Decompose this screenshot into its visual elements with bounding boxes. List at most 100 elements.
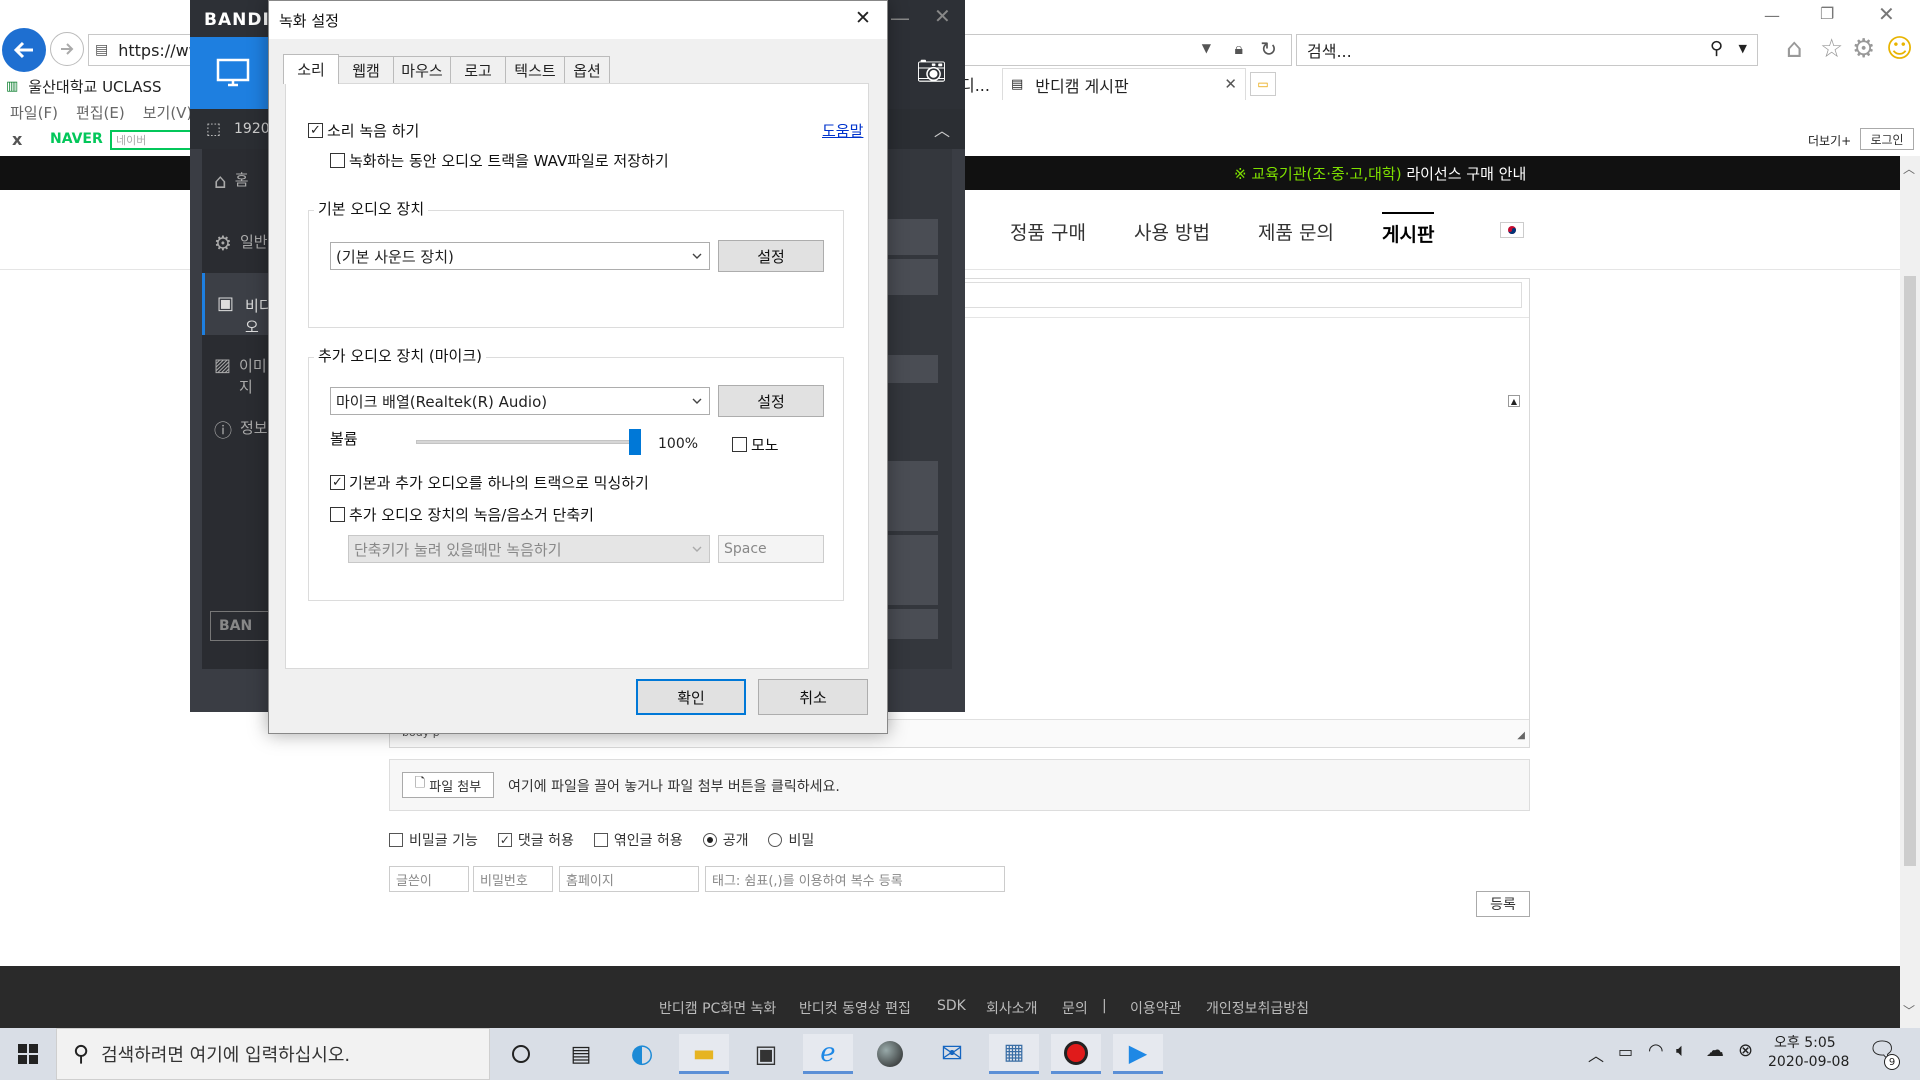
volume-slider[interactable] — [416, 429, 641, 455]
mail-button[interactable]: ✉ — [927, 1034, 977, 1074]
back-button[interactable] — [2, 28, 46, 72]
collapse-icon[interactable]: ︿ — [934, 117, 950, 141]
mix-tracks-option[interactable]: ✓ 기본과 추가 오디오를 하나의 트랙으로 믹싱하기 — [330, 472, 649, 493]
save-wav-option[interactable]: 녹화하는 동안 오디오 트랙을 WAV파일로 저장하기 — [330, 150, 669, 171]
nav-howto[interactable]: 사용 방법 — [1134, 218, 1210, 245]
dropdown-icon[interactable]: ▼ — [1202, 41, 1211, 55]
footer-link-company[interactable]: 회사소개 — [986, 998, 1038, 1018]
resize-handle-icon[interactable]: ◢ — [1517, 730, 1525, 741]
attach-file-button[interactable]: 🗋︎ 파일 첨부 — [402, 772, 494, 798]
korean-flag-icon[interactable] — [1500, 222, 1524, 238]
notification-center-button[interactable]: 🗨︎ 9 — [1868, 1038, 1900, 1070]
hotkey-checkbox[interactable] — [330, 507, 345, 522]
secret-post-checkbox[interactable] — [389, 833, 403, 847]
ime-icon[interactable]: ⊗ — [1738, 1040, 1753, 1061]
secondary-device-select[interactable]: 마이크 배열(Realtek(R) Audio) — [330, 387, 710, 415]
store-button[interactable]: ▣ — [741, 1034, 791, 1074]
tags-field[interactable]: 태그: 쉼표(,)를 이용하여 복수 등록 — [705, 866, 1005, 892]
footer-link-terms[interactable]: 이용약관 — [1130, 998, 1182, 1018]
browser-search-input[interactable]: 검색... ⚲ ▼ — [1296, 34, 1758, 66]
side-about[interactable]: ⓘ 정보 — [214, 417, 268, 443]
refresh-icon[interactable]: ↻ — [1260, 37, 1277, 61]
volume-icon[interactable]: 🔈︎ — [1676, 1040, 1687, 1061]
scroll-thumb[interactable] — [1904, 276, 1916, 866]
battery-icon[interactable]: ▭ — [1618, 1042, 1633, 1061]
control-panel-button[interactable]: ▦ — [989, 1034, 1039, 1074]
menu-edit[interactable]: 편집(E) — [76, 102, 125, 123]
nav-buy[interactable]: 정품 구매 — [1010, 218, 1086, 245]
scroll-up-icon[interactable]: ︿ — [1903, 160, 1915, 177]
public-radio[interactable] — [702, 833, 717, 847]
allow-comments-checkbox[interactable]: ✓ — [497, 833, 512, 847]
tab-logo[interactable]: 로고 — [450, 56, 506, 84]
side-video[interactable]: ▣ 비디오 — [202, 273, 276, 336]
footer-link-bandicam[interactable]: 반디캠 PC화면 녹화 — [659, 998, 776, 1018]
camera-icon[interactable]: 📷︎ — [916, 57, 946, 85]
tab-1[interactable]: 디... — [960, 68, 1000, 100]
screen-mode-button[interactable] — [190, 37, 276, 109]
hotkey-option[interactable]: 추가 오디오 장치의 녹음/음소거 단축키 — [330, 504, 594, 525]
clock-time[interactable]: 오후 5:05 — [1774, 1032, 1836, 1052]
save-wav-checkbox[interactable] — [330, 153, 345, 168]
task-view-button[interactable]: ▤ — [556, 1034, 606, 1074]
nav-inquiry[interactable]: 제품 문의 — [1258, 218, 1334, 245]
region-icon[interactable]: ⬚ — [206, 119, 221, 138]
dropdown-icon[interactable]: ▼ — [1739, 42, 1747, 55]
tab-webcam[interactable]: 웹캠 — [338, 56, 394, 84]
edge-button[interactable]: ◐ — [617, 1034, 667, 1074]
home-icon[interactable]: ⌂ — [1786, 34, 1803, 64]
smiley-icon[interactable]: ☺ — [1886, 34, 1913, 64]
footer-link-privacy[interactable]: 개인정보취급방침 — [1206, 998, 1309, 1018]
primary-settings-button[interactable]: 설정 — [718, 240, 824, 272]
password-field[interactable]: 비밀번호 — [473, 866, 553, 892]
menu-file[interactable]: 파일(F) — [10, 102, 58, 123]
mono-checkbox[interactable] — [732, 437, 747, 452]
restore-icon[interactable]: ❐ — [1820, 4, 1834, 23]
bandicam-taskbar-button[interactable] — [1051, 1034, 1101, 1074]
secondary-settings-button[interactable]: 설정 — [718, 385, 824, 417]
side-image[interactable]: ▨ 이미지 — [214, 355, 276, 397]
homepage-field[interactable]: 홈페이지 — [559, 866, 699, 892]
page-scrollbar[interactable]: ︿ ﹀ — [1900, 156, 1920, 1028]
close-icon[interactable]: ✕ — [855, 7, 871, 29]
cloud-icon[interactable]: ☁ — [1706, 1040, 1724, 1061]
record-sound-checkbox[interactable]: ✓ — [308, 123, 323, 138]
file-explorer-button[interactable]: ▬ — [679, 1034, 729, 1074]
private-radio[interactable] — [768, 833, 783, 847]
tab-options[interactable]: 옵션 — [564, 56, 610, 84]
menu-view[interactable]: 보기(V) — [143, 102, 193, 123]
gear-icon[interactable]: ⚙ — [1852, 34, 1875, 64]
search-icon[interactable]: ⚲ — [1710, 38, 1723, 59]
record-sound-option[interactable]: ✓ 소리 녹음 하기 — [308, 120, 419, 141]
media-app-button[interactable]: ▶ — [1113, 1034, 1163, 1074]
tab-bandicam-board[interactable]: ▤ 반디캠 게시판 ✕ — [1002, 68, 1246, 100]
close-tab-icon[interactable]: ✕ — [1224, 75, 1237, 93]
close-icon[interactable]: ✕ — [934, 4, 951, 28]
internet-explorer-button[interactable]: ℯ — [803, 1034, 853, 1074]
mono-option[interactable]: 모노 — [732, 434, 779, 455]
notice-link[interactable]: ※ 교육기관(조·중·고,대학) 라이선스 구매 안내 — [1234, 163, 1526, 184]
scroll-down-icon[interactable]: ﹀ — [1903, 1002, 1915, 1019]
footer-link-sdk[interactable]: SDK — [937, 998, 966, 1014]
close-window-icon[interactable]: ✕ — [1878, 2, 1895, 26]
side-home[interactable]: ⌂ 홈 — [214, 169, 249, 193]
chevron-up-icon[interactable]: ︿ — [1588, 1042, 1604, 1066]
tab-mouse[interactable]: 마우스 — [393, 56, 451, 84]
start-button[interactable] — [0, 1028, 56, 1080]
footer-link-bandicut[interactable]: 반디컷 동영상 편집 — [799, 998, 911, 1018]
naver-more-link[interactable]: 더보기+ — [1808, 132, 1851, 149]
allow-trackback-checkbox[interactable] — [593, 833, 608, 847]
collapse-icon[interactable]: ▲ — [1508, 395, 1520, 407]
cancel-button[interactable]: 취소 — [758, 679, 868, 715]
author-field[interactable]: 글쓴이 — [389, 866, 469, 892]
side-general[interactable]: ⚙ 일반 — [214, 231, 268, 255]
ok-button[interactable]: 확인 — [636, 679, 746, 715]
nav-board[interactable]: 게시판 — [1382, 212, 1435, 247]
tab-text[interactable]: 텍스트 — [505, 56, 565, 84]
naver-close-button[interactable]: x — [12, 130, 22, 149]
mix-tracks-checkbox[interactable]: ✓ — [330, 475, 345, 490]
favorites-star-icon[interactable]: ☆ — [1820, 34, 1843, 64]
taskbar-search[interactable]: ⚲ 검색하려면 여기에 입력하십시오. — [56, 1028, 490, 1080]
cortana-button[interactable] — [496, 1034, 546, 1074]
volume-slider-thumb[interactable] — [629, 429, 641, 455]
